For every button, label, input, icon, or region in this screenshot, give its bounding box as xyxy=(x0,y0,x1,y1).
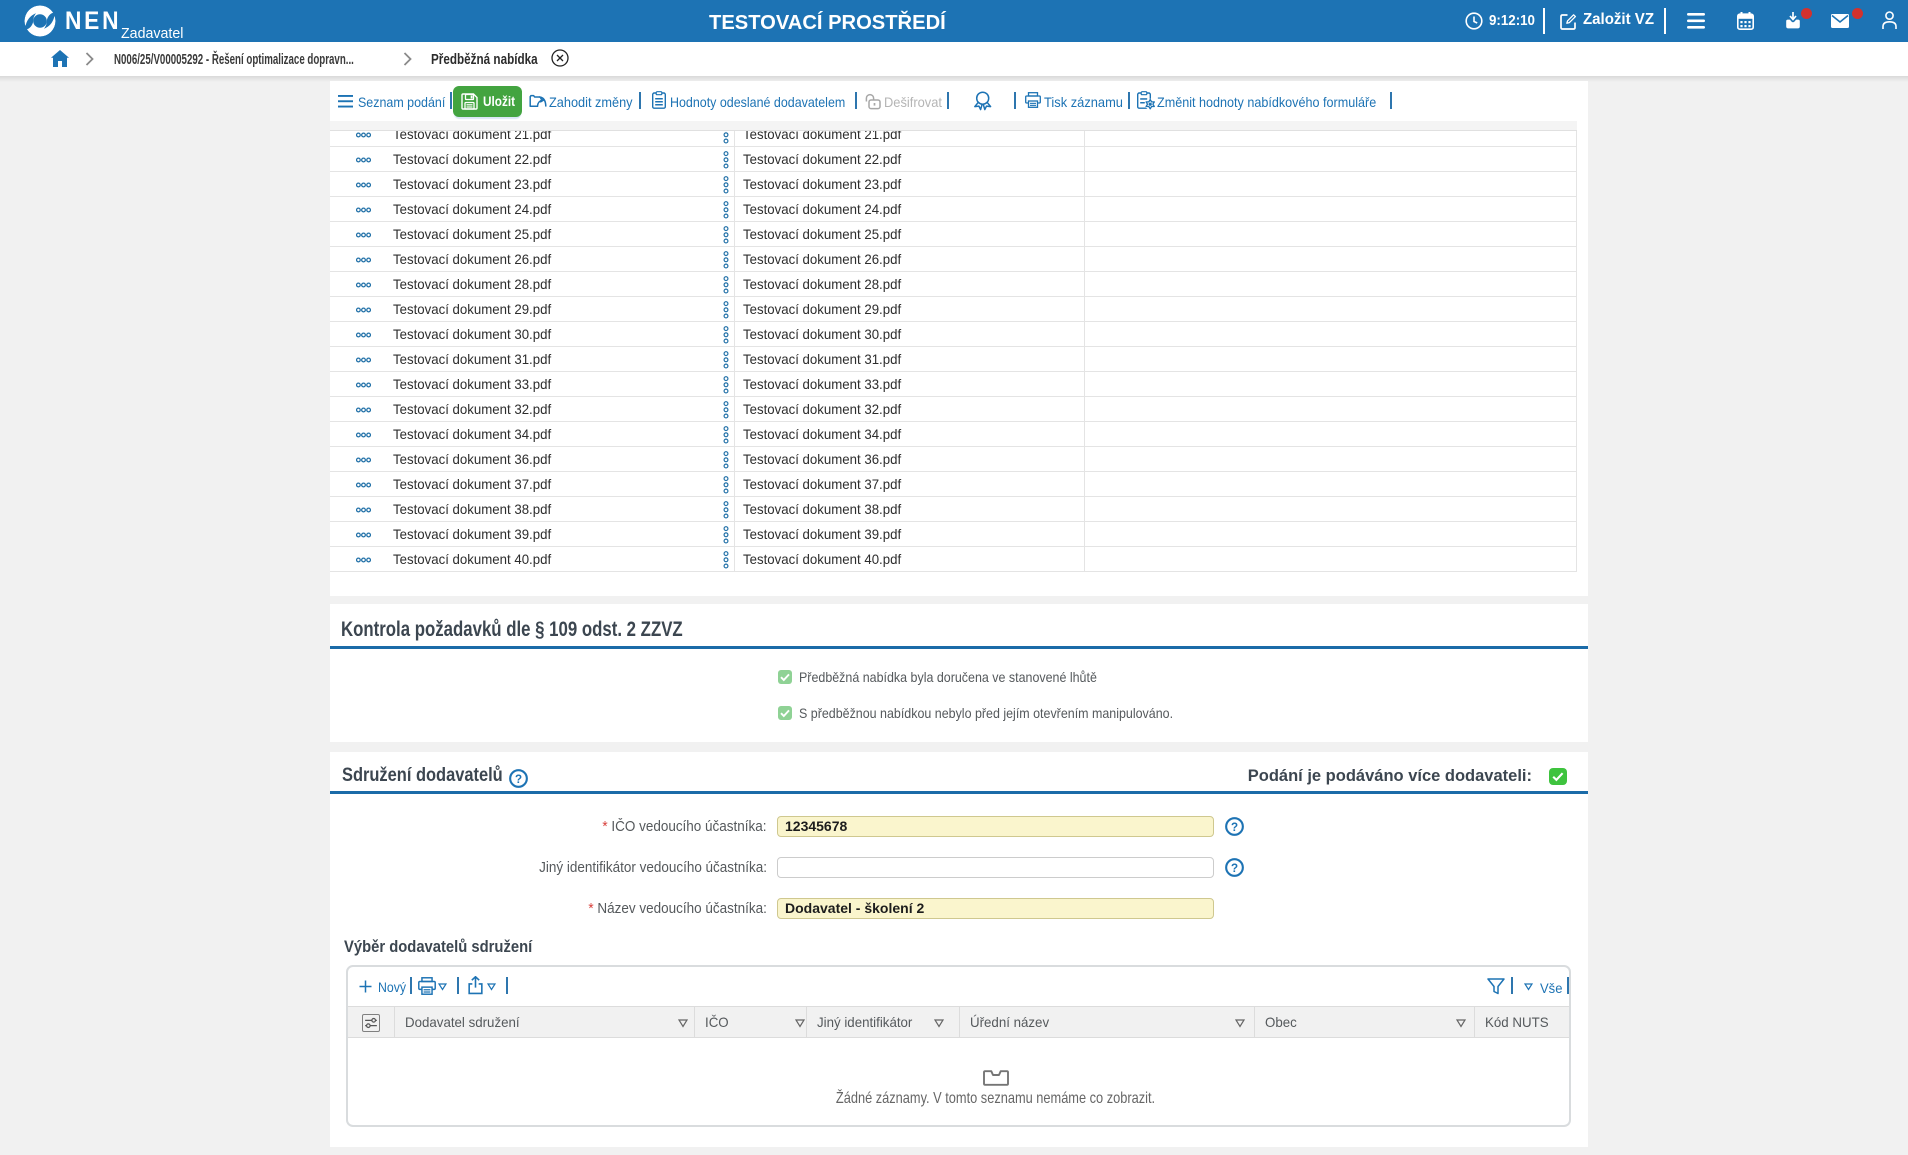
svg-text:?: ? xyxy=(1231,862,1238,875)
svg-text:?: ? xyxy=(515,773,522,786)
svg-text:?: ? xyxy=(1231,821,1238,834)
